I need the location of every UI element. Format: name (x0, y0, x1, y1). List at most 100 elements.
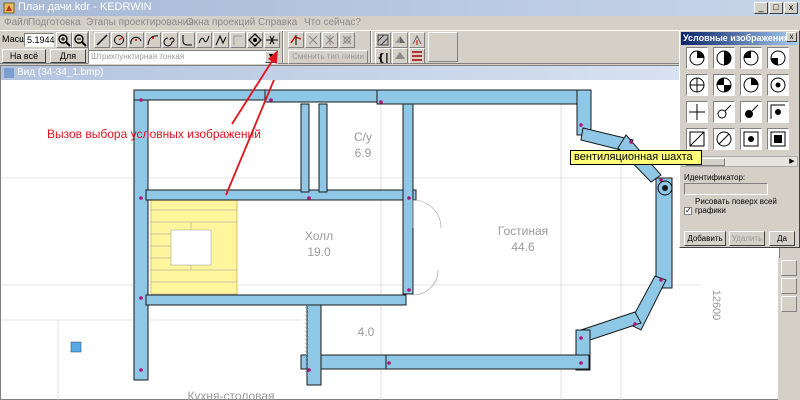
erase-tool-button[interactable] (339, 32, 355, 48)
mirror-tool-button[interactable] (392, 32, 408, 48)
annotation-text: Вызов выбора условных изображений (47, 127, 261, 141)
chevron-down-icon[interactable]: ▼ (265, 51, 277, 63)
text-bracket-icon: {|} (377, 51, 390, 63)
sector-icon (716, 77, 732, 93)
zoom-in-icon (58, 34, 71, 47)
room-name-hall: Холл (305, 229, 333, 243)
menu-bar: Файл Подготовка Этапы проектирования Окн… (0, 16, 800, 30)
menu-whats-now[interactable]: Что сейчас? (304, 17, 361, 28)
layers-tool-button[interactable] (409, 48, 425, 64)
symbols-panel-close-button[interactable]: x (786, 32, 797, 42)
symbol-item[interactable] (740, 128, 762, 150)
menu-help[interactable]: Справка (258, 17, 297, 28)
symbol-item[interactable] (740, 101, 762, 123)
arc-three-point-icon (147, 35, 159, 46)
delete-tool-button[interactable] (305, 32, 321, 48)
menu-prepare[interactable]: Подготовка (28, 17, 81, 28)
socket-icon (689, 50, 705, 66)
rail-button-1[interactable] (781, 260, 797, 276)
close-button[interactable]: x (784, 2, 798, 14)
minimize-button[interactable]: _ (754, 2, 768, 14)
fit-window-button[interactable]: На всё окно (2, 49, 46, 73)
arc-tool-button[interactable] (128, 32, 144, 48)
symbol-item[interactable] (686, 128, 708, 150)
maximize-button[interactable]: □ (769, 2, 783, 14)
menu-stages[interactable]: Этапы проектирования (86, 17, 194, 28)
symbol-item[interactable] (686, 74, 708, 96)
doors (412, 199, 442, 296)
symbol-item[interactable] (713, 128, 735, 150)
stair-well (170, 229, 212, 266)
trim-tool-button[interactable] (288, 32, 304, 48)
dimension-icon (233, 35, 242, 45)
symbol-item[interactable] (740, 74, 762, 96)
zoom-in-button[interactable] (56, 32, 72, 48)
square-dot-icon (743, 131, 759, 147)
room-area-hall: 19.0 (307, 245, 331, 259)
rail-button-3[interactable] (781, 296, 797, 312)
for-all-button[interactable]: Для всех (50, 49, 86, 73)
symbol-icon (248, 33, 262, 47)
symbol-item[interactable] (767, 47, 789, 69)
menu-file[interactable]: Файл (4, 17, 29, 28)
circle-tool-button[interactable] (111, 32, 127, 48)
view-title: Вид (34-34_1.bmp) (1, 66, 779, 80)
half-circle-icon (716, 50, 732, 66)
rail-button-2[interactable] (781, 278, 797, 294)
line-tool-button[interactable] (94, 32, 110, 48)
copy-tool-button[interactable] (392, 48, 408, 64)
symbol-item[interactable] (740, 47, 762, 69)
arc2-tool-button[interactable] (145, 32, 161, 48)
zoom-out-button[interactable] (72, 32, 88, 48)
wall-hatch (305, 305, 309, 375)
main-toolbar: Масшт 5.1944 На всё окно Для всех Штрихп… (0, 30, 680, 73)
fillet-icon (182, 35, 192, 46)
symbols-panel: Условные изображения x ▶ Идентификатор: … (679, 30, 800, 248)
break-line-button[interactable] (264, 32, 280, 48)
circle-icon (114, 35, 124, 45)
symbol-tooltip: вентиляционная шахта (570, 150, 702, 165)
hatch-tool-button[interactable] (375, 32, 391, 48)
trim-icon (290, 35, 302, 45)
symbol-item[interactable] (767, 128, 789, 150)
symbol-item[interactable] (713, 74, 735, 96)
identifier-input[interactable] (684, 183, 768, 195)
line-type-value: Штрихпунктирная тонкая (91, 52, 185, 61)
symbol-item[interactable] (686, 101, 708, 123)
app-icon (3, 2, 15, 14)
spline-tool-button[interactable] (196, 32, 212, 48)
spline-icon (198, 35, 210, 44)
window-title: План дачи.kdr - KEDRWIN (18, 1, 152, 13)
copy-icon (395, 52, 405, 59)
draw-over-checkbox[interactable]: ✓ (684, 207, 692, 215)
delete-button[interactable]: Удалить (729, 231, 765, 246)
add-button[interactable]: Добавить (684, 231, 726, 246)
text-tool-button[interactable]: {|} (375, 48, 391, 64)
scale-input[interactable]: 5.1944 (24, 33, 55, 47)
change-line-type-button[interactable]: Сменить тип линии (288, 50, 368, 64)
symbol-item[interactable] (686, 47, 708, 69)
symbol-item[interactable] (713, 101, 735, 123)
spiral-tool-button[interactable] (162, 32, 178, 48)
dimension-tool-button[interactable] (230, 32, 246, 48)
hatch-icon (377, 34, 389, 46)
switch-icon (717, 104, 732, 119)
symbol-insert-button[interactable] (247, 32, 263, 48)
polyline-tool-button[interactable] (213, 32, 229, 48)
symbol-item[interactable] (767, 74, 789, 96)
quarter-circle-icon (743, 50, 759, 66)
symbol-item[interactable] (767, 101, 789, 123)
room-area-living: 44.6 (511, 240, 535, 254)
menu-projections[interactable]: Окна проекций (186, 17, 255, 28)
arc-icon (130, 36, 142, 45)
symbols-grid (686, 47, 796, 169)
symbol-item[interactable] (713, 47, 735, 69)
line-type-select[interactable]: Штрихпунктирная тонкая ▼ (88, 50, 278, 64)
ventilation-shaft-symbol[interactable] (657, 180, 673, 196)
ok-button[interactable]: Да (769, 231, 795, 246)
identifier-label: Идентификатор: (684, 173, 746, 182)
delete-all-button[interactable] (322, 32, 338, 48)
rotate-tool-button[interactable] (409, 32, 425, 48)
chevron-right-icon[interactable]: ▶ (787, 157, 797, 166)
fillet-tool-button[interactable] (179, 32, 195, 48)
